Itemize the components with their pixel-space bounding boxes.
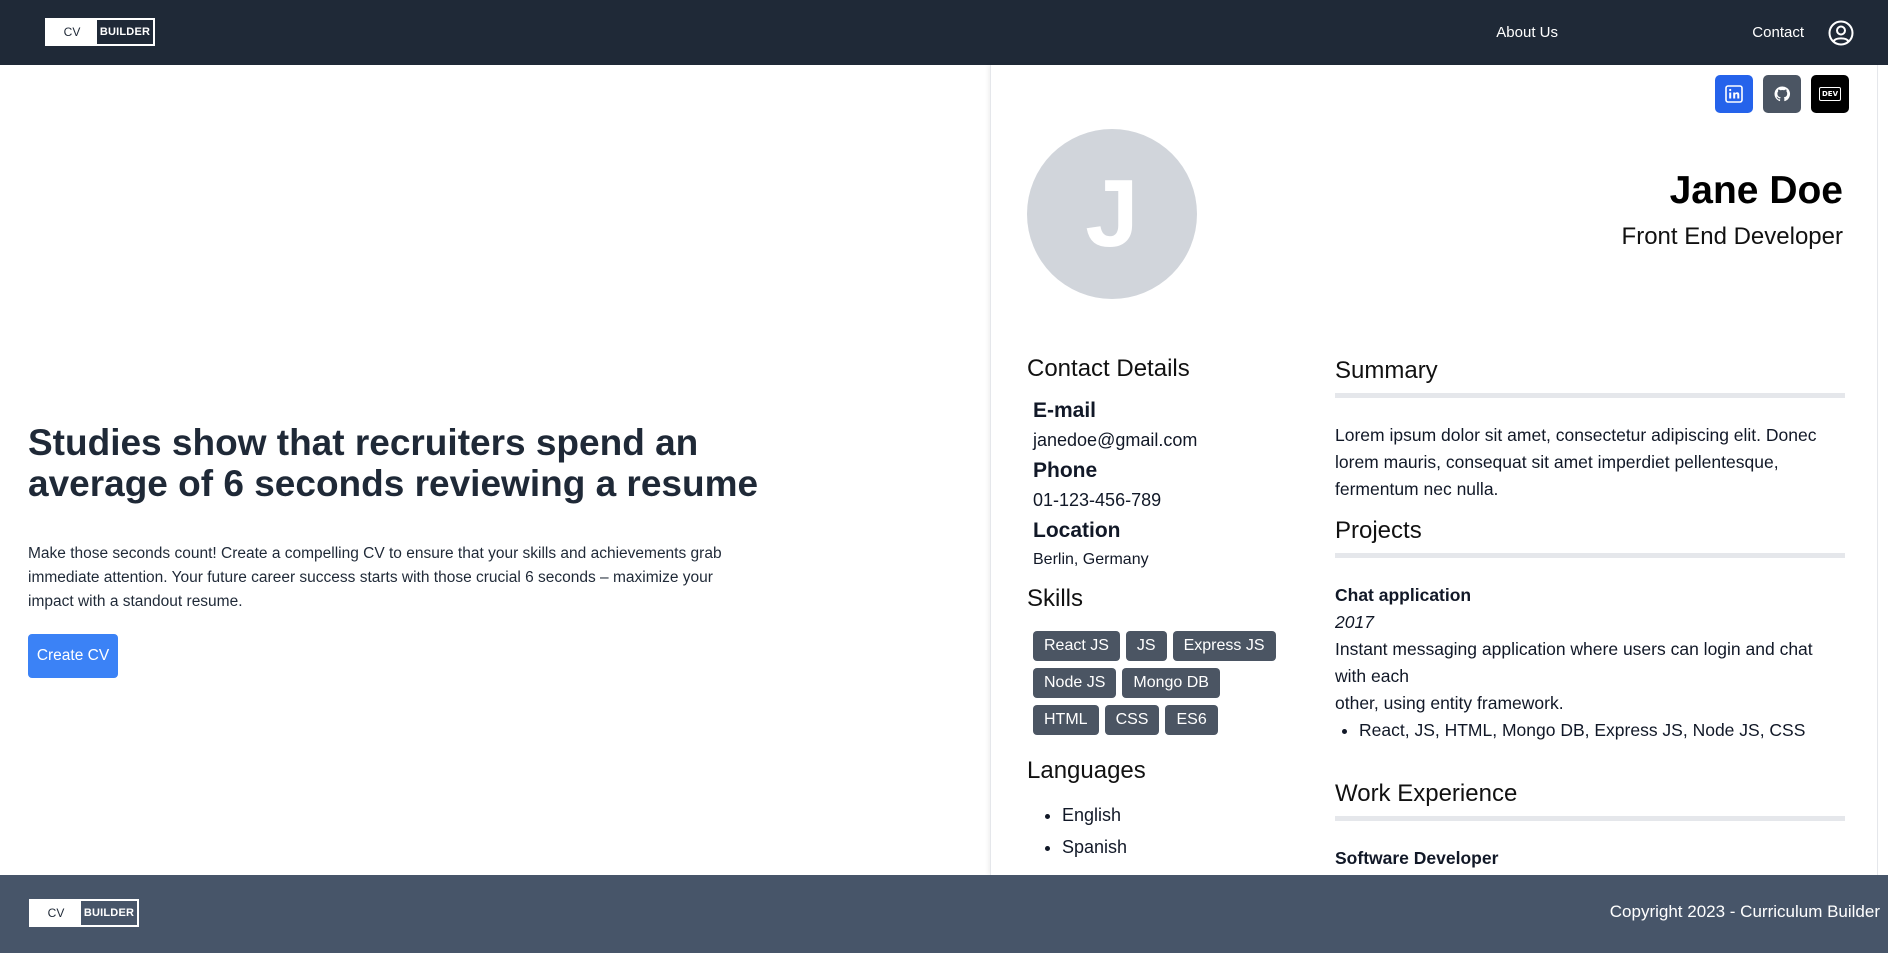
contact-list: E-mail janedoe@gmail.com Phone 01-123-45…	[1027, 397, 1297, 575]
cv-role: Front End Developer	[1621, 223, 1843, 250]
user-circle-icon[interactable]	[1828, 20, 1854, 46]
list-item: English	[1062, 799, 1297, 831]
location-value: Berlin, Germany	[1033, 551, 1149, 568]
create-cv-button[interactable]: Create CV	[28, 634, 118, 678]
logo-cv-text: CV	[31, 901, 81, 925]
logo-cv-text: CV	[47, 20, 97, 44]
skills-heading: Skills	[1027, 585, 1084, 612]
contact-details-heading: Contact Details	[1027, 355, 1190, 382]
skill-tag: HTML	[1033, 705, 1099, 735]
nav-about-us-link[interactable]: About Us	[1496, 24, 1558, 41]
hero-title: Studies show that recruiters spend an av…	[28, 422, 759, 504]
cv-preview-panel: DEV J Jane Doe Front End Developer Conta…	[990, 65, 1878, 875]
skill-tag: ES6	[1165, 705, 1218, 735]
skill-tag: JS	[1125, 631, 1167, 661]
skill-tag: Express JS	[1172, 631, 1276, 661]
dev-to-button[interactable]: DEV	[1811, 75, 1849, 113]
cv-left-column: Contact Details E-mail janedoe@gmail.com…	[1027, 355, 1297, 863]
hero-description: Make those seconds count! Create a compe…	[28, 545, 722, 610]
skill-tag: Mongo DB	[1122, 668, 1220, 698]
project-name: Chat application	[1335, 585, 1472, 605]
project-year: 2017	[1335, 612, 1374, 632]
logo-builder-text: BUILDER	[99, 26, 151, 38]
email-value: janedoe@gmail.com	[1033, 430, 1198, 450]
avatar: J	[1027, 129, 1197, 299]
project-description: Instant messaging application where user…	[1335, 639, 1813, 686]
skill-tag: CSS	[1104, 705, 1160, 735]
social-links: DEV	[1715, 75, 1849, 113]
job-title: Software Developer	[1335, 848, 1499, 868]
copyright-text: Copyright 2023 - Curriculum Builder	[1609, 902, 1880, 921]
github-button[interactable]	[1763, 75, 1801, 113]
linkedin-icon	[1725, 85, 1743, 103]
languages-list: English Spanish	[1027, 799, 1297, 863]
linkedin-button[interactable]	[1715, 75, 1753, 113]
footer: CV BUILDER Copyright 2023 - Curriculum B…	[0, 875, 1888, 953]
summary-heading: Summary	[1335, 357, 1845, 398]
projects-heading: Projects	[1335, 517, 1845, 558]
skills-section: Skills React JS JS Express JS Node JS Mo…	[1027, 585, 1297, 735]
project-item: Chat application 2017 Instant messaging …	[1335, 582, 1845, 744]
summary-text: Lorem ipsum dolor sit amet, consectetur …	[1335, 425, 1817, 499]
project-description-continued: other, using entity framework.	[1335, 693, 1564, 713]
cv-name: Jane Doe	[1669, 169, 1843, 212]
github-icon	[1774, 86, 1791, 102]
languages-heading: Languages	[1027, 757, 1146, 784]
logo-builder-text: BUILDER	[83, 907, 135, 919]
dev-icon: DEV	[1818, 87, 1841, 101]
work-experience-heading: Work Experience	[1335, 780, 1845, 821]
skill-tag: React JS	[1033, 631, 1120, 661]
nav-contact-link[interactable]: Contact	[1752, 24, 1804, 41]
phone-label: Phone	[1033, 459, 1098, 482]
project-tech-list: React, JS, HTML, Mongo DB, Express JS, N…	[1335, 717, 1845, 744]
languages-section: Languages English Spanish	[1027, 757, 1297, 863]
list-item: React, JS, HTML, Mongo DB, Express JS, N…	[1359, 717, 1845, 744]
header-logo[interactable]: CV BUILDER	[45, 18, 155, 46]
phone-value: 01-123-456-789	[1033, 490, 1162, 510]
email-label: E-mail	[1033, 399, 1097, 422]
footer-logo[interactable]: CV BUILDER	[29, 899, 139, 927]
cv-right-column: Summary Lorem ipsum dolor sit amet, cons…	[1335, 357, 1845, 872]
list-item: Spanish	[1062, 831, 1297, 863]
location-label: Location	[1033, 519, 1121, 542]
skill-tags: React JS JS Express JS Node JS Mongo DB …	[1027, 631, 1287, 735]
skill-tag: Node JS	[1033, 668, 1117, 698]
top-navbar: CV BUILDER About Us Contact	[0, 0, 1888, 65]
